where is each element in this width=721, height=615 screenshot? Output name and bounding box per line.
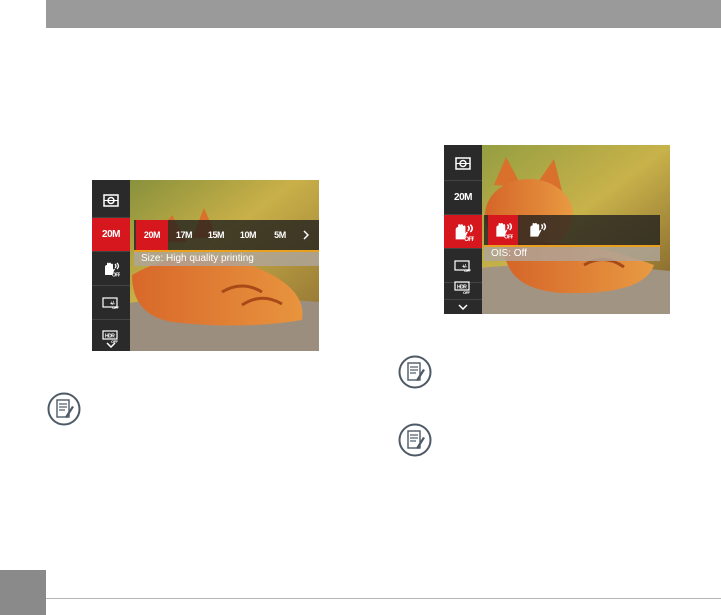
side-menu: 20M OFF +/- OFF HDR OFF [444, 145, 482, 314]
metering-menu-item[interactable] [92, 184, 130, 218]
svg-text:OFF: OFF [504, 234, 513, 239]
ois-option-on[interactable] [522, 215, 552, 245]
size-info-text: Size: High quality printing [134, 252, 319, 266]
ois-option-off[interactable]: OFF [488, 215, 518, 245]
more-down-item[interactable] [92, 338, 130, 351]
size-option-15m[interactable]: 15M [200, 220, 232, 250]
svg-text:OFF: OFF [463, 290, 471, 294]
metering-icon [103, 194, 119, 207]
size-option-bar: 20M 17M 15M 10M 5M [134, 220, 319, 250]
size-option-10m[interactable]: 10M [232, 220, 264, 250]
ois-on-icon [530, 222, 547, 237]
note-icon [47, 392, 81, 426]
more-options-button[interactable] [296, 220, 316, 250]
ois-menu-item[interactable]: OFF [444, 215, 482, 249]
ois-off-icon: OFF [455, 223, 474, 242]
note-icon [398, 423, 432, 457]
note-icon [398, 355, 432, 389]
camera-screen-ois: 20M OFF +/- OFF HDR OFF OFF OIS: Off [444, 145, 670, 314]
camera-screen-image-size: 20M OFF +/- OFF HDR OFF 20M 17M 15M 10M … [92, 180, 319, 351]
ois-off-icon: OFF [496, 222, 513, 239]
exposure-menu-item[interactable]: +/- OFF [92, 286, 130, 320]
chevron-right-icon [303, 230, 309, 240]
size-option-17m[interactable]: 17M [168, 220, 200, 250]
ois-icon: OFF [105, 262, 120, 277]
exposure-icon: +/- OFF [102, 297, 120, 309]
metering-menu-item[interactable] [444, 147, 482, 181]
image-size-menu-item[interactable]: 20M [444, 181, 482, 215]
ois-menu-item[interactable]: OFF [92, 252, 130, 286]
image-size-icon: 20M [454, 192, 472, 203]
more-down-item[interactable] [444, 300, 482, 314]
image-size-icon: 20M [102, 229, 120, 240]
chevron-down-icon [106, 342, 116, 348]
svg-text:OFF: OFF [464, 236, 474, 242]
hdr-menu-item[interactable]: HDR OFF [444, 275, 482, 300]
svg-text:OFF: OFF [464, 268, 472, 272]
svg-text:OFF: OFF [112, 305, 120, 309]
size-option-5m[interactable]: 5M [264, 220, 296, 250]
side-menu: 20M OFF +/- OFF HDR OFF [92, 180, 130, 351]
exposure-icon: +/- OFF [454, 260, 472, 272]
size-option-20m[interactable]: 20M [136, 220, 168, 250]
chevron-down-icon [458, 304, 468, 310]
image-size-menu-item[interactable]: 20M [92, 218, 130, 252]
page-header-bar [46, 0, 721, 28]
ois-option-bar: OFF [484, 215, 660, 245]
hdr-icon: HDR OFF [454, 280, 471, 294]
svg-text:OFF: OFF [112, 272, 120, 277]
ois-info-text: OIS: Off [484, 247, 660, 261]
footer-rule [46, 598, 721, 599]
page-number-tab [0, 570, 46, 615]
metering-icon [455, 157, 471, 170]
